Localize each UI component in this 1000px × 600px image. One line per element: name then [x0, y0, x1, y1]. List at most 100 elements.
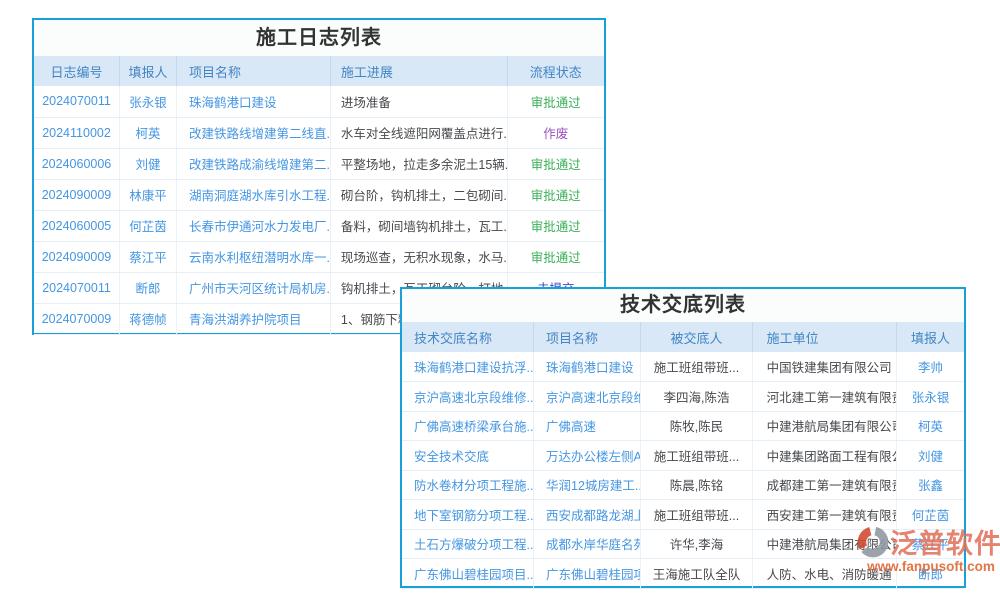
disc-name-link[interactable]: 土石方爆破分项工程...	[414, 538, 534, 552]
log-reporter-link[interactable]: 柯英	[135, 127, 160, 141]
disc-receiver-text: 施工班组带班...	[654, 450, 739, 464]
disc-project-link[interactable]: 京沪高速北京段维修	[546, 391, 641, 405]
log-id-link[interactable]: 2024060005	[42, 219, 112, 233]
col-header-disc-reporter: 填报人	[897, 322, 964, 352]
log-project-link[interactable]: 改建铁路成渝线增建第二...	[189, 158, 330, 172]
col-header-log-progress: 施工进展	[330, 56, 507, 86]
table-row: 京沪高速北京段维修... 京沪高速北京段维修 李四海,陈浩 河北建工第一建筑有限责任公…	[402, 382, 964, 412]
fanpu-watermark: 泛普软件 www.fanpusoft.com	[856, 522, 1000, 574]
disc-name-link[interactable]: 防水卷材分项工程施...	[414, 479, 534, 493]
log-reporter-link[interactable]: 张永银	[129, 96, 167, 110]
log-project-link[interactable]: 长春市伊通河水力发电厂...	[189, 220, 330, 234]
log-status-badge: 审批通过	[531, 220, 581, 234]
col-header-disc-unit: 施工单位	[752, 322, 896, 352]
fanpu-url-text: www.fanpusoft.com	[856, 559, 1000, 574]
log-status-badge: 审批通过	[531, 251, 581, 265]
disc-unit-text: 西安建工第一建筑有限责任公司	[767, 509, 897, 523]
disc-reporter-link[interactable]: 张永银	[912, 391, 950, 405]
log-id-link[interactable]: 2024090009	[42, 250, 112, 264]
technical-disclosure-title: 技术交底列表	[402, 289, 964, 322]
disc-receiver-text: 许华,李海	[670, 538, 723, 552]
disc-receiver-text: 施工班组带班...	[654, 509, 739, 523]
table-row: 安全技术交底 万达办公楼左侧A... 施工班组带班... 中建集团路面工程有限公司 刘健	[402, 441, 964, 471]
disc-unit-text: 中建港航局集团有限公司	[767, 420, 897, 434]
log-id-link[interactable]: 2024070011	[42, 94, 111, 108]
disc-project-link[interactable]: 万达办公楼左侧A...	[546, 450, 641, 464]
disc-project-link[interactable]: 华润12城房建工...	[546, 479, 641, 493]
log-status-badge: 审批通过	[531, 96, 581, 110]
log-progress-text: 水车对全线遮阳网覆盖点进行...	[341, 127, 507, 141]
col-header-log-id: 日志编号	[34, 56, 120, 86]
table-row: 珠海鹤港口建设抗浮... 珠海鹤港口建设 施工班组带班... 中国铁建集团有限公司 李帅	[402, 352, 964, 382]
log-id-link[interactable]: 2024070011	[42, 281, 111, 295]
disc-unit-text: 河北建工第一建筑有限责任公司	[767, 391, 897, 405]
col-header-log-reporter: 填报人	[120, 56, 177, 86]
disc-project-link[interactable]: 西安成都路龙湖上...	[546, 509, 641, 523]
table-row: 2024060005 何芷茵 长春市伊通河水力发电厂... 备料，砌间墙钩机排土，瓦工…	[34, 210, 604, 241]
disc-name-link[interactable]: 京沪高速北京段维修...	[414, 391, 534, 405]
log-progress-text: 平整场地，拉走多余泥土15辆...	[341, 158, 507, 172]
disc-reporter-link[interactable]: 张鑫	[918, 479, 943, 493]
disc-unit-text: 中国铁建集团有限公司	[767, 361, 892, 375]
log-status-badge: 作废	[543, 127, 568, 141]
construction-log-header: 日志编号 填报人 项目名称 施工进展 流程状态	[34, 56, 604, 86]
disc-receiver-text: 施工班组带班...	[654, 361, 739, 375]
disc-receiver-text: 李四海,陈浩	[663, 391, 729, 405]
log-project-link[interactable]: 珠海鹤港口建设	[189, 96, 277, 110]
log-project-link[interactable]: 湖南洞庭湖水库引水工程...	[189, 189, 330, 203]
table-row: 2024090009 蔡江平 云南水利枢纽潜明水库一... 现场巡查，无积水现象，水马…	[34, 241, 604, 272]
col-header-disc-receiver: 被交底人	[641, 322, 752, 352]
log-id-link[interactable]: 2024060006	[42, 157, 112, 171]
technical-disclosure-header: 技术交底名称 项目名称 被交底人 施工单位 填报人	[402, 322, 964, 352]
log-reporter-link[interactable]: 断郎	[135, 282, 160, 296]
construction-log-title: 施工日志列表	[34, 20, 604, 56]
log-reporter-link[interactable]: 林康平	[129, 189, 167, 203]
fanpu-logo-icon	[856, 525, 890, 559]
log-progress-text: 备料，砌间墙钩机排土，瓦工...	[341, 220, 507, 234]
log-project-link[interactable]: 云南水利枢纽潜明水库一...	[189, 251, 330, 265]
disc-receiver-text: 陈晨,陈铭	[670, 479, 723, 493]
disc-reporter-link[interactable]: 何芷茵	[912, 509, 950, 523]
disc-project-link[interactable]: 广东佛山碧桂园项目	[546, 568, 641, 582]
log-reporter-link[interactable]: 何芷茵	[129, 220, 167, 234]
disc-reporter-link[interactable]: 刘健	[918, 450, 943, 464]
log-project-link[interactable]: 青海洪湖养护院项目	[189, 313, 302, 327]
log-progress-text: 现场巡查，无积水现象，水马...	[341, 251, 507, 265]
log-reporter-link[interactable]: 蒋德帧	[129, 313, 167, 327]
disc-project-link[interactable]: 成都水岸华庭名苑...	[546, 538, 641, 552]
disc-reporter-link[interactable]: 李帅	[918, 361, 943, 375]
log-status-badge: 审批通过	[531, 158, 581, 172]
col-header-log-project: 项目名称	[177, 56, 331, 86]
disc-receiver-text: 王海施工队全队	[653, 568, 741, 582]
disc-unit-text: 成都建工第一建筑有限责任公司	[767, 479, 897, 493]
table-row: 广佛高速桥梁承台施... 广佛高速 陈牧,陈民 中建港航局集团有限公司 柯英	[402, 411, 964, 441]
log-id-link[interactable]: 2024070009	[42, 312, 112, 326]
col-header-disc-name: 技术交底名称	[402, 322, 534, 352]
log-project-link[interactable]: 改建铁路线增建第二线直...	[189, 127, 330, 141]
table-row: 2024060006 刘健 改建铁路成渝线增建第二... 平整场地，拉走多余泥土15辆…	[34, 148, 604, 179]
log-status-badge: 审批通过	[531, 189, 581, 203]
table-row: 2024070011 张永银 珠海鹤港口建设 进场准备 审批通过	[34, 86, 604, 117]
disc-name-link[interactable]: 珠海鹤港口建设抗浮...	[414, 361, 534, 375]
disc-name-link[interactable]: 地下室钢筋分项工程...	[414, 509, 534, 523]
fanpu-brand-text: 泛普软件	[890, 522, 1000, 561]
table-row: 2024090009 林康平 湖南洞庭湖水库引水工程... 砌台阶，钩机排土，二包砌间…	[34, 179, 604, 210]
log-progress-text: 砌台阶，钩机排土，二包砌间...	[341, 189, 507, 203]
log-reporter-link[interactable]: 蔡江平	[129, 251, 167, 265]
disc-name-link[interactable]: 安全技术交底	[414, 450, 489, 464]
disc-name-link[interactable]: 广佛高速桥梁承台施...	[414, 420, 534, 434]
log-id-link[interactable]: 2024090009	[42, 188, 112, 202]
table-row: 防水卷材分项工程施... 华润12城房建工... 陈晨,陈铭 成都建工第一建筑有限责任…	[402, 470, 964, 500]
disc-name-link[interactable]: 广东佛山碧桂园项目...	[414, 568, 534, 582]
disc-project-link[interactable]: 珠海鹤港口建设	[546, 361, 634, 375]
log-progress-text: 进场准备	[341, 96, 391, 110]
disc-project-link[interactable]: 广佛高速	[546, 420, 596, 434]
log-reporter-link[interactable]: 刘健	[135, 158, 160, 172]
log-id-link[interactable]: 2024110002	[42, 126, 111, 140]
col-header-log-status: 流程状态	[507, 56, 604, 86]
disc-receiver-text: 陈牧,陈民	[670, 420, 723, 434]
disc-unit-text: 中建集团路面工程有限公司	[767, 450, 897, 464]
col-header-disc-project: 项目名称	[534, 322, 641, 352]
log-project-link[interactable]: 广州市天河区统计局机房...	[189, 282, 330, 296]
disc-reporter-link[interactable]: 柯英	[918, 420, 943, 434]
